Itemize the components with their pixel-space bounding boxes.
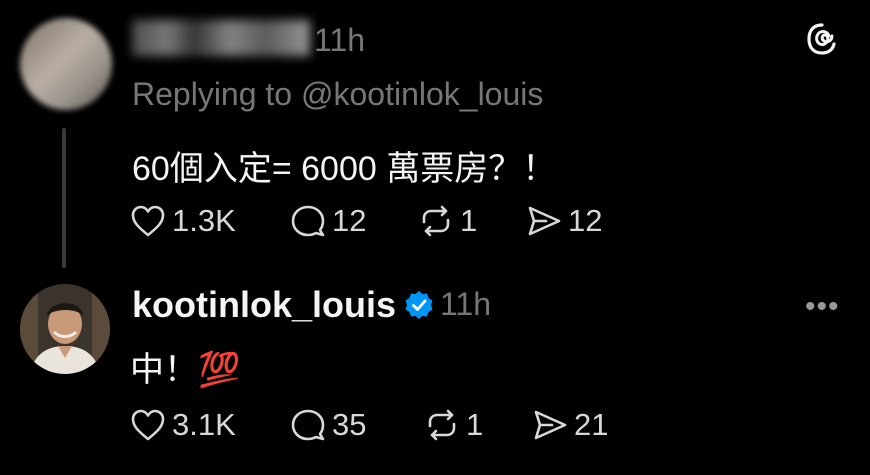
comment-bubble-icon (291, 409, 325, 441)
replying-to-label[interactable]: Replying to @kootinlok_louis (132, 76, 543, 113)
post-time: 11h (440, 286, 492, 322)
share-count: 12 (568, 203, 603, 238)
heart-icon (131, 205, 165, 237)
avatar-kootinlok-louis[interactable] (20, 284, 110, 374)
share-button[interactable]: 12 (526, 203, 602, 239)
post-time: 11h (314, 22, 366, 58)
post-text: 60個入定= 6000 萬票房？！ (132, 150, 557, 188)
comment-button[interactable]: 35 (290, 407, 366, 443)
share-button[interactable]: 21 (532, 407, 608, 443)
like-button[interactable]: 1.3K (130, 203, 236, 239)
comment-bubble-icon (291, 205, 325, 237)
like-count: 1.3K (172, 203, 236, 238)
verified-badge-icon (404, 290, 434, 320)
repost-icon (422, 205, 450, 237)
repost-icon (428, 409, 456, 441)
heart-icon (131, 409, 165, 441)
repost-count: 1 (466, 407, 484, 442)
username[interactable]: kootinlok_louis (132, 284, 396, 326)
repost-button[interactable]: 1 (418, 203, 477, 239)
more-options-button[interactable]: ••• (805, 290, 840, 324)
username-blurred[interactable] (132, 20, 310, 56)
like-button[interactable]: 3.1K (130, 407, 236, 443)
repost-button[interactable]: 1 (424, 407, 483, 443)
like-count: 3.1K (172, 407, 236, 442)
threads-logo-icon[interactable] (805, 22, 839, 56)
send-icon (534, 410, 567, 440)
avatar-blurred[interactable] (20, 18, 112, 110)
thread-connector-line (62, 128, 66, 268)
comment-count: 12 (332, 203, 367, 238)
share-count: 21 (574, 407, 609, 442)
comment-button[interactable]: 12 (290, 203, 366, 239)
post-text: 中！💯 (130, 351, 241, 389)
send-icon (528, 206, 561, 236)
repost-count: 1 (460, 203, 478, 238)
comment-count: 35 (332, 407, 367, 442)
